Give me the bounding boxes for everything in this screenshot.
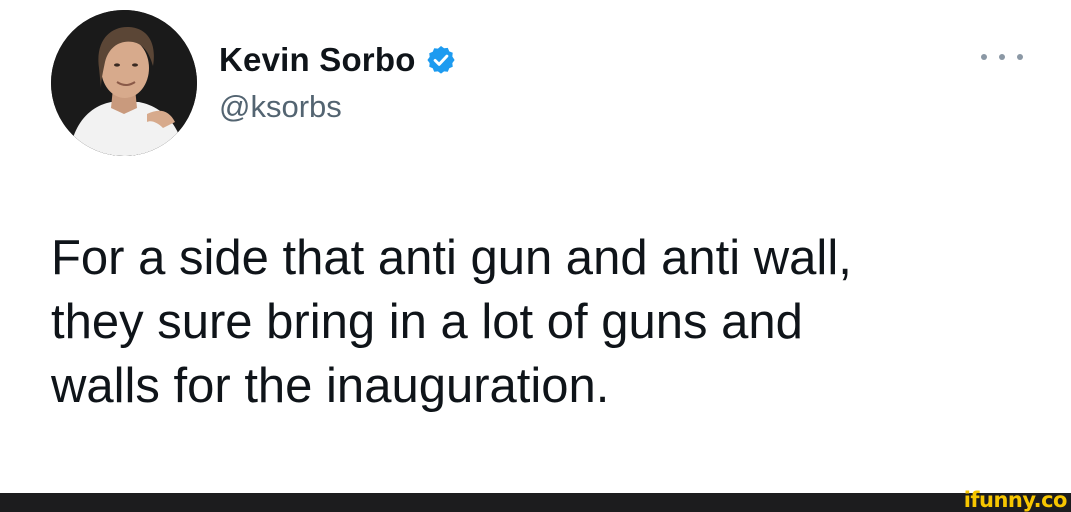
avatar[interactable]: [51, 10, 197, 156]
tweet-text-line: walls for the inauguration.: [51, 359, 610, 413]
footer-bar: [0, 493, 1071, 512]
tweet-text-line: they sure bring in a lot of guns and: [51, 295, 803, 349]
author-name-row[interactable]: Kevin Sorbo: [219, 38, 457, 82]
more-options-icon[interactable]: [981, 42, 1023, 72]
profile-photo: [51, 10, 197, 156]
author-display-name[interactable]: Kevin Sorbo: [219, 41, 416, 79]
tweet-text-line: For a side that anti gun and anti wall,: [51, 231, 852, 285]
tweet-text: For a side that anti gun and anti wall, …: [51, 226, 1011, 418]
verified-badge-icon: [425, 44, 457, 76]
ifunny-watermark: ifunny.co: [963, 488, 1068, 512]
author-handle[interactable]: @ksorbs: [219, 89, 342, 125]
